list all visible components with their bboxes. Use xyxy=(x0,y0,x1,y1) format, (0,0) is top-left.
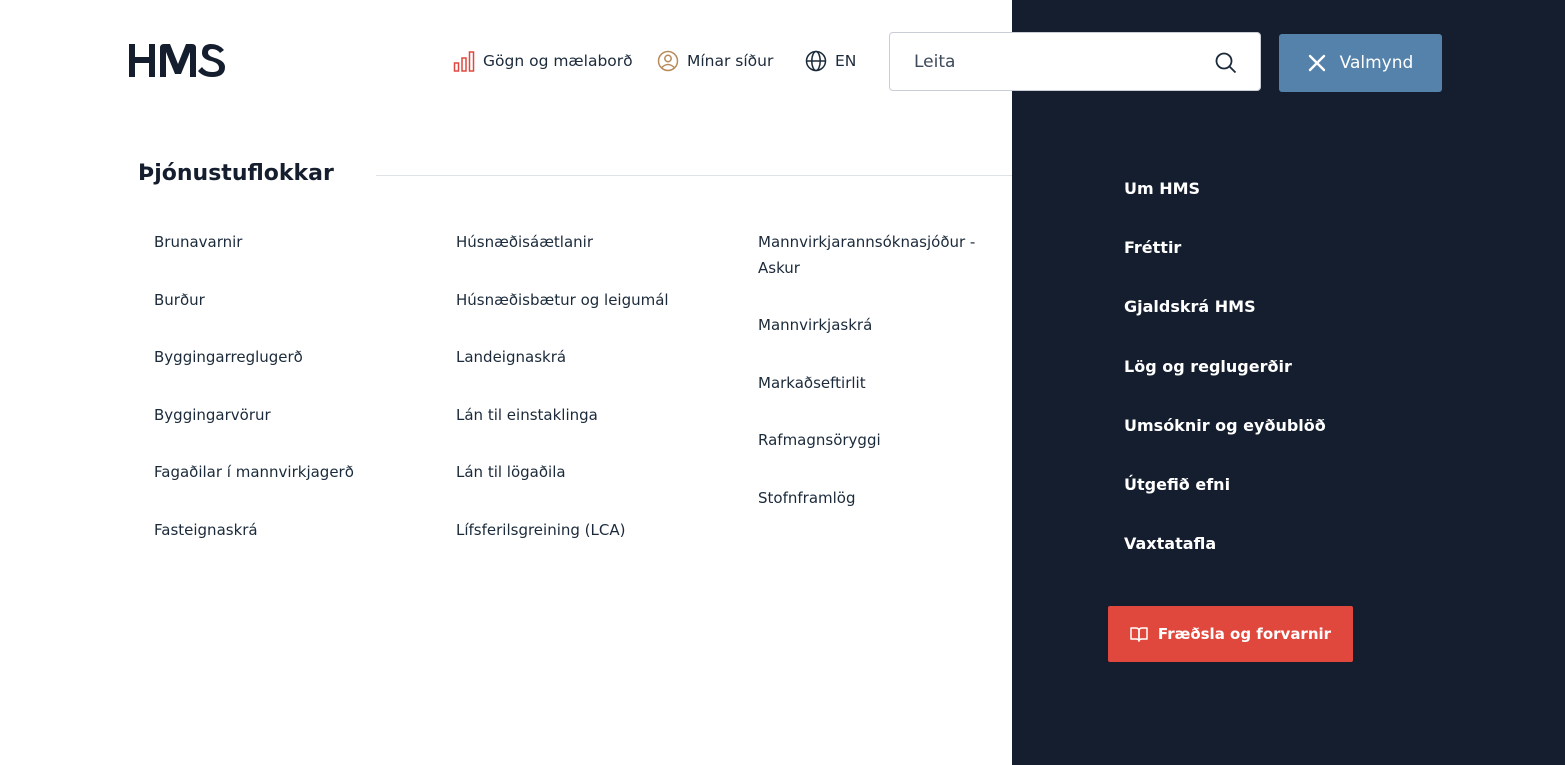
language-label: EN xyxy=(835,52,857,70)
category-link[interactable]: Brunavarnir xyxy=(154,229,242,255)
search-icon xyxy=(1215,52,1237,74)
my-pages-link-label: Mínar síður xyxy=(687,52,774,70)
search-box xyxy=(889,32,1261,91)
category-link[interactable]: Fagaðilar í mannvirkjagerð xyxy=(154,459,354,485)
language-switch[interactable]: EN xyxy=(805,49,856,73)
sidebar-item-um-hms[interactable]: Um HMS xyxy=(1124,179,1200,198)
category-link[interactable]: Rafmagnsöryggi xyxy=(758,427,881,453)
sidebar-item-umsoknir[interactable]: Umsóknir og eyðublöð xyxy=(1124,416,1326,435)
category-link[interactable]: Húsnæðisbætur og leigumál xyxy=(456,287,669,313)
menu-toggle-label: Valmynd xyxy=(1339,53,1414,73)
categories-title: Þjónustuflokkar xyxy=(138,161,334,186)
user-circle-icon xyxy=(657,50,679,72)
education-cta-button[interactable]: Fræðsla og forvarnir xyxy=(1108,606,1353,662)
category-link[interactable]: Burður xyxy=(154,287,205,313)
category-link-line: Askur xyxy=(758,259,800,277)
book-open-icon xyxy=(1130,627,1148,642)
category-link[interactable]: Markaðseftirlit xyxy=(758,370,866,396)
hms-logo[interactable] xyxy=(129,44,226,77)
category-link[interactable]: Lán til lögaðila xyxy=(456,459,566,485)
category-link[interactable]: Mannvirkjarannsóknasjóður - Askur xyxy=(758,229,975,281)
category-link[interactable]: Byggingarvörur xyxy=(154,402,271,428)
category-link[interactable]: Lífsferilsgreining (LCA) xyxy=(456,517,625,543)
dashboards-link[interactable]: Gögn og mælaborð xyxy=(453,49,633,73)
divider xyxy=(376,175,1012,176)
sidebar-item-vaxtatafla[interactable]: Vaxtatafla xyxy=(1124,534,1216,553)
search-input[interactable] xyxy=(914,33,1204,90)
sidebar-item-utgefid[interactable]: Útgefið efni xyxy=(1124,475,1230,494)
sidebar-item-log[interactable]: Lög og reglugerðir xyxy=(1124,357,1292,376)
close-icon xyxy=(1308,54,1325,72)
category-link-line: Mannvirkjarannsóknasjóður - xyxy=(758,233,976,251)
my-pages-link[interactable]: Mínar síður xyxy=(657,49,773,73)
category-link[interactable]: Landeignaskrá xyxy=(456,344,566,370)
category-link[interactable]: Fasteignaskrá xyxy=(154,517,258,543)
search-button[interactable] xyxy=(1214,51,1238,75)
menu-toggle-button[interactable]: Valmynd xyxy=(1279,34,1442,92)
sidebar-item-gjaldskra[interactable]: Gjaldskrá HMS xyxy=(1124,297,1256,316)
category-link[interactable]: Húsnæðisáætlanir xyxy=(456,229,593,255)
hms-logo-icon xyxy=(129,44,225,77)
category-link[interactable]: Mannvirkjaskrá xyxy=(758,312,872,338)
category-link[interactable]: Stofnframlög xyxy=(758,485,856,511)
dashboards-link-label: Gögn og mælaborð xyxy=(483,52,633,70)
sidebar-item-frettir[interactable]: Fréttir xyxy=(1124,238,1181,257)
education-cta-label: Fræðsla og forvarnir xyxy=(1157,625,1332,643)
globe-icon xyxy=(805,50,827,72)
category-link[interactable]: Lán til einstaklinga xyxy=(456,402,598,428)
category-link[interactable]: Byggingarreglugerð xyxy=(154,344,303,370)
bar-chart-icon xyxy=(453,51,475,72)
